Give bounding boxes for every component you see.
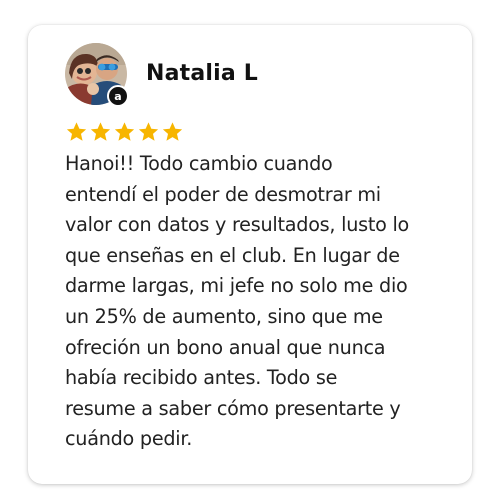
star-icon [114,122,135,141]
star-icon [138,122,159,141]
amazon-logo-icon: a [107,85,129,107]
review-card: a Natalia L Hanoi!! Todo cambio cuando e… [28,25,472,484]
star-icon [162,122,183,141]
review-text: Hanoi!! Todo cambio cuando entendí el po… [65,152,410,451]
star-icon [90,122,111,141]
star-rating [65,121,184,143]
badge-letter: a [114,89,122,103]
reviewer-name: Natalia L [146,61,259,86]
star-icon [66,122,87,141]
avatar: a [65,43,129,107]
